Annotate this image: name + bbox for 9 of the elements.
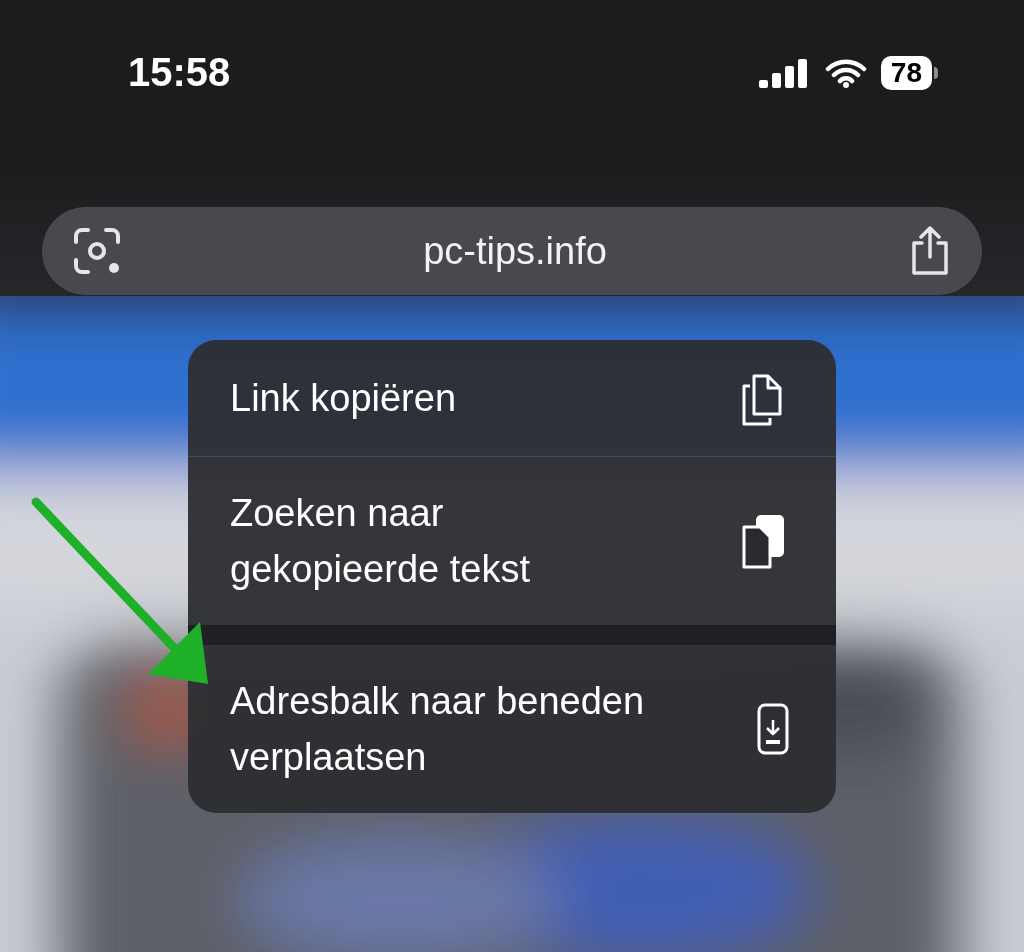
url-text: pc-tips.info bbox=[423, 228, 607, 274]
battery-tip bbox=[934, 67, 938, 79]
address-bar[interactable]: pc-tips.info bbox=[42, 207, 982, 295]
phone-download-icon bbox=[756, 702, 790, 756]
battery-level: 78 bbox=[880, 56, 932, 90]
menu-item[interactable]: Zoeken naar gekopieerde tekst bbox=[188, 457, 836, 625]
camera-scan-icon[interactable] bbox=[72, 226, 122, 276]
wifi-icon bbox=[824, 58, 867, 88]
clock-time: 15:58 bbox=[128, 52, 231, 92]
